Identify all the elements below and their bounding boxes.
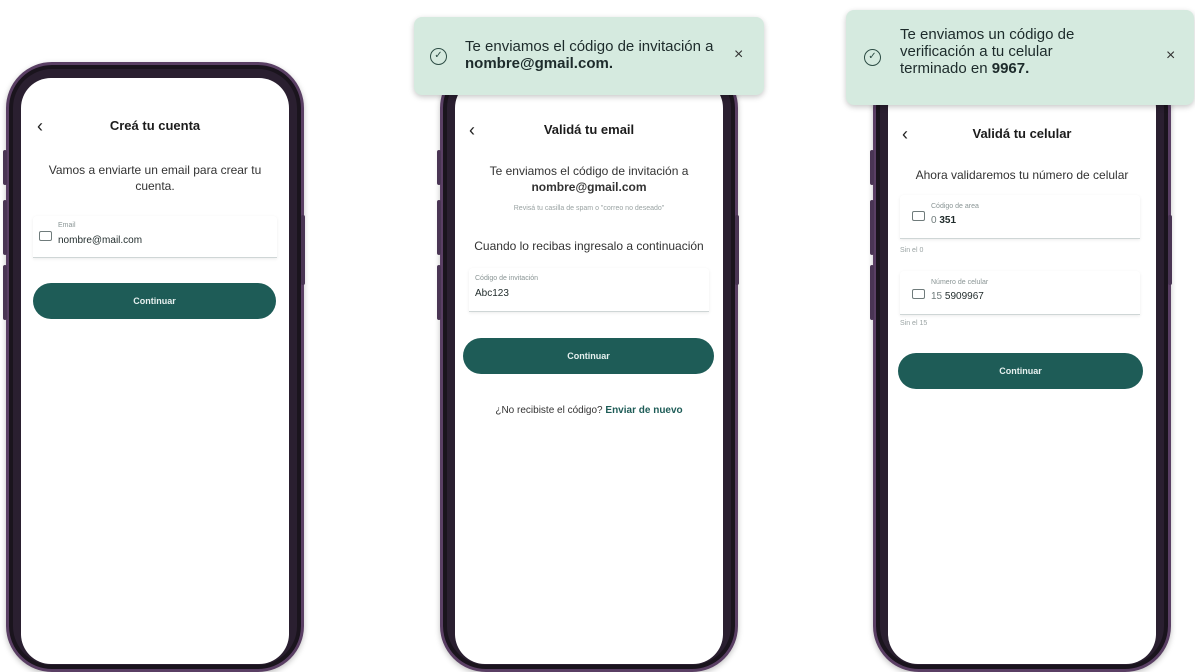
check-circle-icon: ✓ (864, 49, 881, 66)
resend-row: ¿No recibiste el código? Enviar de nuevo (455, 403, 723, 419)
side-button (735, 215, 739, 285)
toast-message: Te enviamos el código de invitación a no… (465, 38, 730, 72)
side-button (3, 265, 7, 320)
side-button (437, 265, 441, 320)
toast-line: terminado en 9967. (900, 60, 1150, 77)
screen-create-account: ‹ Creá tu cuenta Vamos a enviarte un ema… (21, 78, 289, 664)
continue-button[interactable]: Continuar (33, 283, 276, 319)
side-button (437, 150, 441, 185)
toast-text: terminado en (900, 60, 992, 77)
screen-validate-email: ‹ Validá tu email Te enviamos el código … (455, 78, 723, 664)
toast-text: Te enviamos el código de invitación a (465, 38, 714, 55)
subtitle-email: nombre@gmail.com (531, 180, 647, 194)
phone-number-field[interactable]: Número de celular 15 5909967 (900, 271, 1140, 315)
continue-button[interactable]: Continuar (463, 338, 714, 374)
page-subtitle: Ahora validaremos tu número de celular (915, 168, 1129, 182)
side-button (870, 200, 874, 255)
toast-line: verificación a tu celular (900, 43, 1053, 60)
invitation-code-label: Código de invitación (475, 275, 539, 282)
phone-number-prefix: 15 (931, 291, 943, 302)
page-title: Creá tu cuenta (109, 118, 201, 133)
side-button (301, 215, 305, 285)
close-icon[interactable]: × (1166, 47, 1175, 64)
email-field-label: Email (58, 222, 76, 229)
side-button (3, 200, 7, 255)
toast-sms-sent: ✓ Te enviamos un código de verificación … (846, 10, 1194, 105)
toast-message: Te enviamos un código de verificación a … (900, 26, 1150, 77)
area-code-hint: Sin el 0 (900, 247, 924, 254)
side-button (870, 150, 874, 185)
invitation-code-field[interactable]: Código de invitación Abc123 (469, 268, 709, 312)
area-code-label: Código de area (931, 203, 979, 210)
toast-email: nombre@gmail.com. (465, 55, 613, 72)
email-field-value: nombre@mail.com (58, 235, 143, 246)
email-field[interactable]: Email nombre@mail.com (33, 216, 277, 258)
screen-validate-phone: ‹ Validá tu celular Ahora validaremos tu… (888, 78, 1156, 664)
subtitle-line: Te enviamos el código de invitación a (489, 164, 689, 178)
page-title: Validá tu celular (972, 126, 1072, 141)
side-button (870, 265, 874, 320)
area-code-number: 351 (939, 215, 957, 226)
page-title: Validá tu email (543, 122, 635, 137)
instruction-text: Cuando lo recibas ingresalo a continuaci… (474, 239, 704, 253)
phone-number-hint: Sin el 15 (900, 320, 928, 327)
side-button (1168, 215, 1172, 285)
phone-number-label: Número de celular (931, 279, 989, 286)
spam-hint: Revisá tu casilla de spam o "correo no d… (513, 205, 665, 212)
invitation-code-value: Abc123 (475, 288, 509, 299)
message-icon (912, 289, 925, 299)
side-button (437, 200, 441, 255)
area-code-field[interactable]: Código de area 0 351 (900, 195, 1140, 239)
continue-button[interactable]: Continuar (898, 353, 1143, 389)
toast-email-sent: ✓ Te enviamos el código de invitación a … (414, 17, 764, 95)
message-icon (912, 211, 925, 221)
resend-link[interactable]: Enviar de nuevo (605, 405, 682, 416)
resend-question: ¿No recibiste el código? (495, 405, 603, 416)
side-button (3, 150, 7, 185)
page-subtitle: Vamos a enviarte un email para crear tu … (48, 163, 262, 193)
phone-number-digits: 5909967 (944, 291, 984, 302)
mail-icon (39, 231, 52, 241)
area-code-value: 0 351 (931, 215, 956, 226)
area-code-prefix: 0 (931, 215, 937, 226)
close-icon[interactable]: × (734, 46, 743, 63)
check-circle-icon: ✓ (430, 48, 447, 65)
page-subtitle: Te enviamos el código de invitación a no… (465, 163, 713, 195)
phone-number-value: 15 5909967 (931, 291, 984, 302)
toast-line: Te enviamos un código de (900, 26, 1075, 43)
toast-phone-suffix: 9967. (991, 60, 1030, 77)
